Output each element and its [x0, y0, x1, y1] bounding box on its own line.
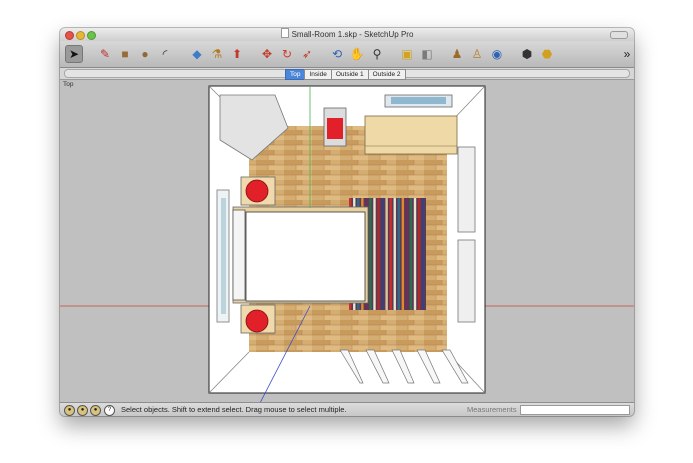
3d-viewport[interactable]: Top	[60, 80, 634, 403]
wall-picture-art	[391, 97, 446, 104]
pan-icon[interactable]: ✋	[348, 45, 366, 63]
rug-stripe	[413, 198, 417, 310]
bed-mattress	[245, 211, 366, 302]
scene-tab-inside[interactable]: Inside	[304, 69, 332, 80]
user-icon[interactable]: ●	[90, 405, 101, 416]
scene-tabs: Top Inside Outside 1 Outside 2	[285, 69, 406, 80]
rug-stripe	[385, 198, 388, 310]
arc-icon[interactable]: ◜	[156, 45, 174, 63]
rug-stripe	[409, 198, 413, 310]
scene-tab-outside-2[interactable]: Outside 2	[367, 69, 406, 80]
right-wall-panel	[457, 239, 476, 323]
rug-stripe	[397, 198, 400, 310]
rug-stripe	[417, 198, 421, 310]
materials-icon[interactable]: ⬣	[538, 45, 556, 63]
document-icon	[280, 28, 289, 38]
zoom-extents-icon[interactable]: ▣	[398, 45, 416, 63]
position-camera-icon[interactable]: ♟	[448, 45, 466, 63]
move-icon[interactable]: ✥	[258, 45, 276, 63]
toolbar-overflow-button[interactable]: »	[618, 45, 634, 63]
dresser	[364, 115, 458, 155]
lamp-top	[245, 179, 269, 203]
left-window-glass	[221, 198, 226, 314]
rug-stripe	[401, 198, 405, 310]
scene-bar: Top Inside Outside 1 Outside 2	[60, 68, 634, 80]
paint-bucket-icon[interactable]: ⚗	[208, 45, 226, 63]
look-around-icon[interactable]: ◉	[488, 45, 506, 63]
rug-stripe	[377, 198, 380, 310]
minimize-window-button[interactable]	[76, 31, 85, 40]
window-title: Small-Room 1.skp - SketchUp Pro	[291, 30, 414, 39]
previous-view-icon[interactable]: ◧	[418, 45, 436, 63]
rug-stripe	[373, 198, 376, 310]
push-pull-icon[interactable]: ⬆	[228, 45, 246, 63]
toolbar-toggle-button[interactable]	[610, 31, 628, 39]
rug-stripe	[389, 198, 392, 310]
headboard	[232, 209, 246, 301]
components-icon[interactable]: ⬢	[518, 45, 536, 63]
sketchup-window: Small-Room 1.skp - SketchUp Pro ➤ ✎ ■ ● ◜ ◆ ⚗ ⬆…	[60, 28, 634, 416]
title-bar: Small-Room 1.skp - SketchUp Pro	[60, 28, 634, 41]
credits-icon[interactable]: ●	[77, 405, 88, 416]
model-canvas[interactable]	[60, 80, 634, 403]
select-arrow-icon[interactable]: ➤	[65, 45, 83, 63]
pencil-icon[interactable]: ✎	[96, 45, 114, 63]
geo-location-icon[interactable]: ●	[64, 405, 75, 416]
scene-tab-top[interactable]: Top	[285, 69, 306, 80]
right-wall-panel	[457, 146, 476, 233]
zoom-icon[interactable]: ⚲	[368, 45, 386, 63]
rug-stripe	[405, 198, 409, 310]
rotate-icon[interactable]: ↻	[278, 45, 296, 63]
rug-stripe	[381, 198, 384, 310]
close-window-button[interactable]	[65, 31, 74, 40]
measurements-field[interactable]	[520, 405, 630, 415]
walk-icon[interactable]: ♙	[468, 45, 486, 63]
circle-icon[interactable]: ●	[136, 45, 154, 63]
scene-strip: Top Inside Outside 1 Outside 2	[64, 69, 630, 80]
zoom-window-button[interactable]	[87, 31, 96, 40]
main-toolbar: ➤ ✎ ■ ● ◜ ◆ ⚗ ⬆ ✥ ↻ ➶ ⟲ ✋ ⚲ ▣ ◧ ♟ ♙ ◉ ⬢ ⬣ »	[60, 41, 634, 68]
help-icon[interactable]: ?	[104, 405, 115, 416]
rectangle-icon[interactable]: ■	[116, 45, 134, 63]
chair-seat	[327, 118, 343, 139]
rug-stripe	[421, 198, 425, 310]
rug-stripe	[369, 198, 372, 310]
eraser-icon[interactable]: ◆	[188, 45, 206, 63]
orbit-icon[interactable]: ⟲	[328, 45, 346, 63]
lamp-bottom	[245, 309, 269, 333]
rug-stripe	[393, 198, 396, 310]
status-message: Select objects. Shift to extend select. …	[121, 405, 347, 414]
scene-tab-outside-1[interactable]: Outside 1	[330, 69, 369, 80]
follow-me-icon[interactable]: ➶	[298, 45, 316, 63]
measurements-label: Measurements	[467, 405, 517, 414]
status-bar: ● ● ● ? Select objects. Shift to extend …	[60, 402, 634, 416]
